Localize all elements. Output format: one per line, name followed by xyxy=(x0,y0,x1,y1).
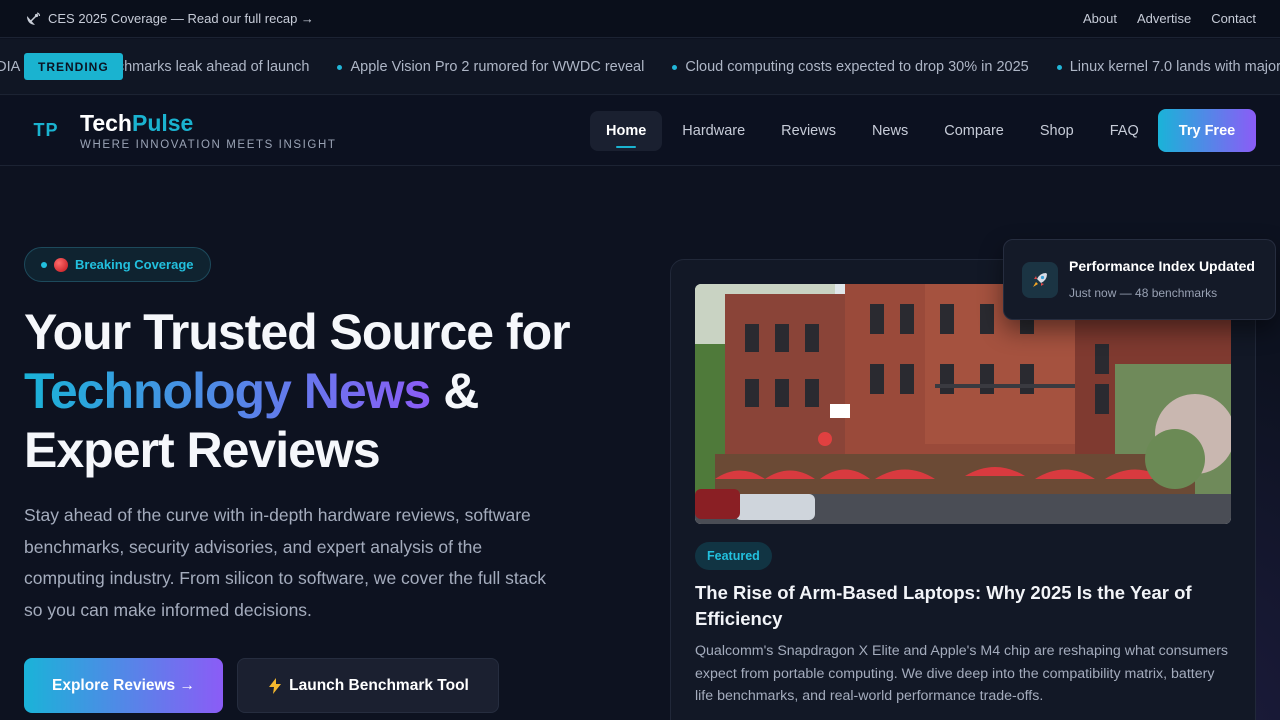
rocket-icon xyxy=(1022,262,1058,298)
bullet-dot xyxy=(672,64,678,70)
logo[interactable]: TechPulse WHERE INNOVATION MEETS INSIGHT xyxy=(80,110,337,151)
about-link[interactable]: About xyxy=(1083,11,1117,26)
launch-benchmark-button[interactable]: Launch Benchmark Tool xyxy=(237,658,499,713)
ticker-item[interactable]: Linux kernel 7.0 lands with major xyxy=(1056,59,1280,75)
top-utility-bar: CES 2025 Coverage — Read our full recap … xyxy=(0,0,1280,38)
toast-title: Performance Index Updated xyxy=(1069,258,1255,274)
main-navbar: TP TechPulse WHERE INNOVATION MEETS INSI… xyxy=(0,96,1280,166)
featured-tag[interactable]: Featured xyxy=(695,542,772,570)
explore-reviews-button[interactable]: Explore Reviews → xyxy=(24,658,223,713)
hero-headline: Your Trusted Source for Technology News … xyxy=(24,303,644,480)
ticker-track: NVIDIA RTX 5090 benchmarks leak ahead of… xyxy=(0,39,1280,94)
hero-lead: Stay ahead of the curve with in-depth ha… xyxy=(24,505,546,620)
pill-label: Breaking Coverage xyxy=(75,257,194,272)
live-dot-icon xyxy=(41,261,47,268)
headline-line1: Your Trusted Source for xyxy=(24,304,571,360)
logo-mark[interactable]: TP xyxy=(24,111,68,151)
promo-link[interactable]: CES 2025 Coverage — Read our full recap … xyxy=(24,10,314,28)
nav-item-home[interactable]: Home xyxy=(590,111,663,151)
promo-text: CES 2025 Coverage — Read our full recap … xyxy=(48,11,314,26)
featured-article-title[interactable]: The Rise of Arm-Based Laptops: Why 2025 … xyxy=(695,580,1231,632)
brand-tagline: WHERE INNOVATION MEETS INSIGHT xyxy=(80,139,337,151)
trending-ticker: NVIDIA RTX 5090 benchmarks leak ahead of… xyxy=(0,39,1280,95)
try-free-button[interactable]: Try Free xyxy=(1158,109,1256,152)
lightning-icon xyxy=(269,677,282,694)
headline-accent: Technology News xyxy=(24,363,431,419)
headline-line3: Expert Reviews xyxy=(24,422,381,478)
trending-badge: TRENDING xyxy=(24,53,123,80)
advertise-link[interactable]: Advertise xyxy=(1137,11,1191,26)
red-circle-icon xyxy=(54,257,68,272)
ticker-item-text: Cloud computing costs expected to drop 3… xyxy=(685,59,1029,75)
nav-item-reviews[interactable]: Reviews xyxy=(765,111,852,151)
toast-subtitle: Just now — 48 benchmarks xyxy=(1069,286,1218,300)
featured-article-excerpt: Qualcomm's Snapdragon X Elite and Apple'… xyxy=(695,643,1229,704)
bullet-dot xyxy=(337,64,343,70)
launch-benchmark-label: Launch Benchmark Tool xyxy=(289,676,469,694)
headline-ampersand: & xyxy=(430,363,479,419)
brand-name: TechPulse xyxy=(80,110,337,136)
ticker-item[interactable]: Cloud computing costs expected to drop 3… xyxy=(672,59,1029,75)
brand-name-part1: Tech xyxy=(80,110,132,136)
nav-item-hardware[interactable]: Hardware xyxy=(666,111,761,151)
ticker-item[interactable]: Apple Vision Pro 2 rumored for WWDC reve… xyxy=(337,59,644,75)
ticker-item-text: Apple Vision Pro 2 rumored for WWDC reve… xyxy=(350,59,645,75)
nav-item-compare[interactable]: Compare xyxy=(928,111,1020,151)
nav-item-faq[interactable]: FAQ xyxy=(1094,111,1155,151)
street-scene-illustration xyxy=(695,284,1231,524)
nav-item-shop[interactable]: Shop xyxy=(1024,111,1090,151)
performance-toast[interactable]: Performance Index Updated Just now — 48 … xyxy=(1003,239,1276,320)
contact-link[interactable]: Contact xyxy=(1211,11,1256,26)
nav-links: Home Hardware Reviews News Compare Shop … xyxy=(590,111,1155,151)
breaking-coverage-pill: Breaking Coverage xyxy=(24,247,211,282)
bullet-dot xyxy=(1056,64,1062,70)
brand-name-part2: Pulse xyxy=(131,110,194,136)
ticker-item-text: Linux kernel 7.0 lands with major xyxy=(1069,59,1280,75)
featured-article-image[interactable] xyxy=(695,284,1231,524)
featured-article-card[interactable]: Featured The Rise of Arm-Based Laptops: … xyxy=(670,259,1256,720)
satellite-dish-icon xyxy=(27,11,41,25)
nav-item-news[interactable]: News xyxy=(856,111,924,151)
